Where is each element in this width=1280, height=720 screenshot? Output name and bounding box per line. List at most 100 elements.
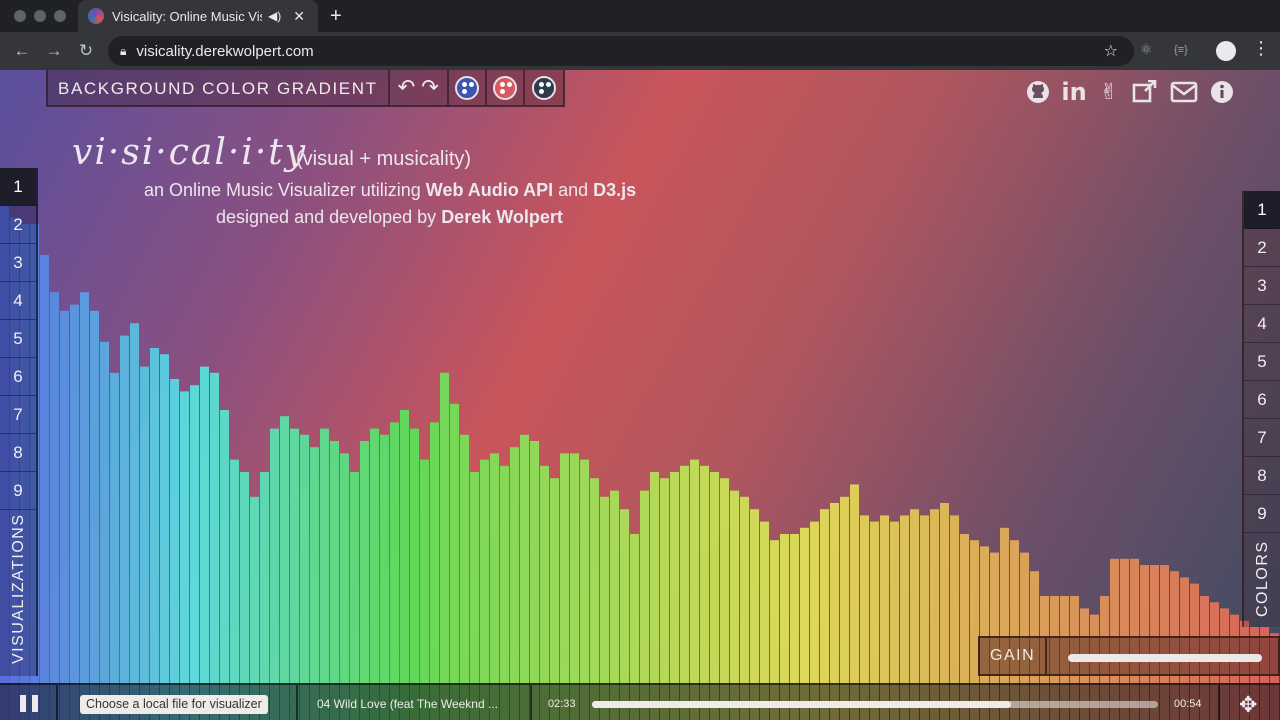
visualizer-bar (570, 453, 579, 720)
visualizer-bar (120, 335, 129, 720)
browser-tab[interactable]: Visicality: Online Music Visualizer ◀) ✕ (78, 0, 318, 32)
linkedin-icon[interactable]: in (1060, 78, 1088, 106)
visualizer-bar (80, 292, 89, 720)
palette-red-icon[interactable] (492, 75, 517, 100)
color-scheme-option[interactable]: 6 (1244, 381, 1280, 419)
color-scheme-option[interactable]: 1 (1244, 191, 1280, 229)
color-scheme-option[interactable]: 5 (1244, 343, 1280, 381)
visualizer-bar (140, 366, 149, 720)
visualization-option[interactable]: 1 (0, 168, 36, 206)
window-close-dot[interactable] (14, 10, 26, 22)
visualization-option[interactable]: 5 (0, 320, 36, 358)
color-scheme-option[interactable]: 4 (1244, 305, 1280, 343)
gain-slider[interactable] (1068, 654, 1262, 662)
visualizer-bar (40, 255, 49, 720)
extension-icon[interactable]: {≡} (1174, 44, 1188, 56)
visualizer-bar (480, 459, 489, 720)
window-zoom-dot[interactable] (54, 10, 66, 22)
visualizer-bar (220, 410, 229, 720)
angellist-icon[interactable]: ✌ (1095, 78, 1123, 106)
visualizations-panel: 123456789 VISUALIZATIONS (0, 168, 38, 676)
elapsed-time: 02:33 (548, 698, 576, 710)
color-scheme-option[interactable]: 8 (1244, 457, 1280, 495)
back-arrow-icon[interactable]: ← (6, 41, 38, 61)
seek-bar[interactable] (592, 701, 1158, 708)
player-divider (1218, 685, 1220, 720)
visualizer-bar (690, 459, 699, 720)
speaker-icon[interactable]: ◀) (268, 9, 281, 23)
visualizer-bar (50, 292, 59, 720)
remaining-time: 00:54 (1174, 698, 1202, 710)
visualizer-bar (110, 372, 119, 720)
browser-toolbar: ← → ↻ 🔒︎ visicality.derekwolpert.com ☆ (0, 32, 1280, 70)
visualization-option[interactable]: 7 (0, 396, 36, 434)
credit-text: designed and developed by (216, 207, 442, 227)
visualization-option[interactable]: 2 (0, 206, 36, 244)
pause-icon[interactable] (20, 695, 38, 712)
visualization-option[interactable]: 9 (0, 472, 36, 510)
author-link[interactable]: Derek Wolpert (441, 207, 563, 227)
visualizer-bar (230, 459, 239, 720)
palette-dark-icon[interactable] (531, 75, 556, 100)
visualizer-bar (510, 447, 519, 720)
window-minimize-dot[interactable] (34, 10, 46, 22)
visualizer-bar (320, 428, 329, 720)
external-link-icon[interactable] (1131, 78, 1159, 106)
react-devtools-icon[interactable]: ⚛ (1140, 41, 1153, 58)
reload-icon[interactable]: ↻ (70, 41, 102, 61)
visualizer-bar (290, 428, 299, 720)
tagline: an Online Music Visualizer utilizing Web… (144, 180, 636, 201)
tab-title: Visicality: Online Music Visualizer (112, 8, 262, 24)
visualizer-bar (130, 323, 139, 720)
visualizer-bar (380, 434, 389, 720)
track-name: 04 Wild Love (feat The Weeknd ... (317, 697, 498, 711)
seek-progress (592, 701, 1011, 708)
address-bar[interactable]: 🔒︎ visicality.derekwolpert.com ☆ (108, 36, 1134, 66)
lock-icon: 🔒︎ (120, 43, 127, 58)
player-divider (296, 685, 298, 720)
site-logo: vi·si·cal·i·ty (72, 132, 308, 173)
favicon-icon (88, 8, 104, 24)
color-scheme-option[interactable]: 3 (1244, 267, 1280, 305)
visualization-option[interactable]: 8 (0, 434, 36, 472)
choose-file-button[interactable]: Choose a local file for visualizer (80, 695, 268, 714)
palette-blue-icon[interactable] (454, 75, 479, 100)
visualizer-bar (700, 465, 709, 720)
redo-icon[interactable]: ↷ (421, 75, 439, 100)
colors-panel: 123456789 COLORS (1242, 191, 1280, 627)
visualizer-bar (180, 391, 189, 720)
move-icon[interactable]: ✥ (1239, 692, 1257, 718)
color-scheme-option[interactable]: 9 (1244, 495, 1280, 533)
visualizer-page: BACKGROUND COLOR GRADIENT ↶ ↷ in ✌ vi·si… (0, 70, 1280, 720)
mail-icon[interactable] (1170, 78, 1198, 106)
visualizer-bar (410, 428, 419, 720)
credit-line: designed and developed by Derek Wolpert (216, 207, 563, 228)
tab-close-icon[interactable]: ✕ (293, 8, 305, 25)
visualizer-bar (370, 428, 379, 720)
new-tab-button[interactable]: + (330, 4, 342, 28)
visualizer-bar (460, 434, 469, 720)
visualizer-bar (680, 465, 689, 720)
tagline-and: and (553, 180, 594, 200)
visualizer-bar (310, 447, 319, 720)
browser-tab-strip: Visicality: Online Music Visualizer ◀) ✕… (0, 0, 1280, 32)
visualizer-bar (70, 304, 79, 720)
d3-link[interactable]: D3.js (593, 180, 636, 200)
visualization-option[interactable]: 3 (0, 244, 36, 282)
forward-arrow-icon[interactable]: → (38, 41, 70, 61)
bookmark-star-icon[interactable]: ☆ (1104, 41, 1118, 61)
info-icon[interactable] (1208, 78, 1236, 106)
browser-menu-icon[interactable]: ⋮ (1252, 38, 1270, 59)
color-scheme-option[interactable]: 2 (1244, 229, 1280, 267)
color-scheme-option[interactable]: 7 (1244, 419, 1280, 457)
github-icon[interactable] (1024, 78, 1052, 106)
visualizer-bar (490, 453, 499, 720)
visualizer-bar (200, 366, 209, 720)
visualizer-bar (190, 385, 199, 720)
visualization-option[interactable]: 4 (0, 282, 36, 320)
profile-avatar[interactable] (1216, 41, 1236, 61)
web-audio-api-link[interactable]: Web Audio API (426, 180, 553, 200)
undo-icon[interactable]: ↶ (398, 75, 416, 100)
visualizer-bar (270, 428, 279, 720)
visualization-option[interactable]: 6 (0, 358, 36, 396)
